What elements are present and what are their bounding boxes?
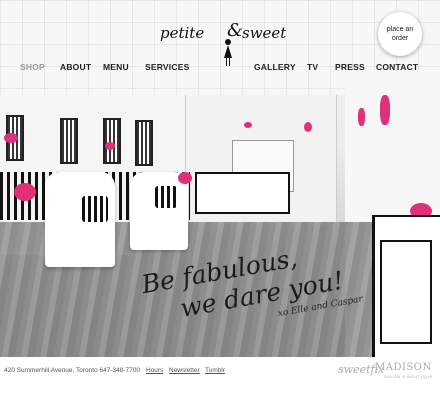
display-niche — [60, 118, 78, 164]
nav-services[interactable]: SERVICES — [145, 62, 189, 72]
madison-logo[interactable]: MADISON — [375, 362, 432, 373]
place-order-label: place an order — [386, 26, 414, 42]
footer-link-newsletter[interactable]: Newsletter — [169, 367, 200, 374]
display-niche — [103, 118, 121, 164]
nav-gallery[interactable]: GALLERY — [254, 62, 296, 72]
pink-decor — [380, 95, 390, 125]
pink-decor — [304, 122, 312, 132]
pink-decor — [244, 122, 252, 128]
pink-flowers — [14, 183, 36, 201]
main-nav: SHOP ABOUT MENU SERVICES GALLERY TV PRES… — [0, 62, 440, 76]
nav-contact[interactable]: CONTACT — [376, 62, 418, 72]
pink-decor — [358, 108, 365, 126]
nav-tv[interactable]: TV — [307, 62, 318, 72]
pink-flowers — [105, 142, 115, 150]
madison-subtitle: SALON & BOUTIQUE — [384, 374, 433, 379]
white-chair — [130, 172, 188, 250]
display-niche — [135, 120, 153, 166]
nav-press[interactable]: PRESS — [335, 62, 365, 72]
logo-text-left: petite — [160, 24, 205, 42]
footer-link-tumblr[interactable]: Tumblr — [205, 367, 225, 374]
hero-photo: petite & sweet place an order SHOP ABOUT… — [0, 0, 440, 357]
striped-pillow — [82, 196, 108, 222]
place-order-button[interactable]: place an order — [378, 12, 422, 56]
nav-shop[interactable]: SHOP — [20, 62, 45, 72]
footer: 420 Summerhill Avenue, Toronto 647-348-7… — [0, 357, 440, 400]
nav-menu[interactable]: MENU — [103, 62, 129, 72]
logo-text-right: sweet — [242, 24, 287, 42]
nav-about[interactable]: ABOUT — [60, 62, 91, 72]
striped-pillow — [155, 186, 177, 208]
pink-flowers — [178, 172, 192, 184]
brand-logo[interactable]: petite & sweet — [160, 20, 286, 66]
pink-flowers — [4, 133, 18, 143]
footer-link-hours[interactable]: Hours — [146, 367, 163, 374]
counter — [195, 172, 290, 214]
footer-address: 420 Summerhill Avenue, Toronto 647-348-7… — [4, 367, 140, 374]
